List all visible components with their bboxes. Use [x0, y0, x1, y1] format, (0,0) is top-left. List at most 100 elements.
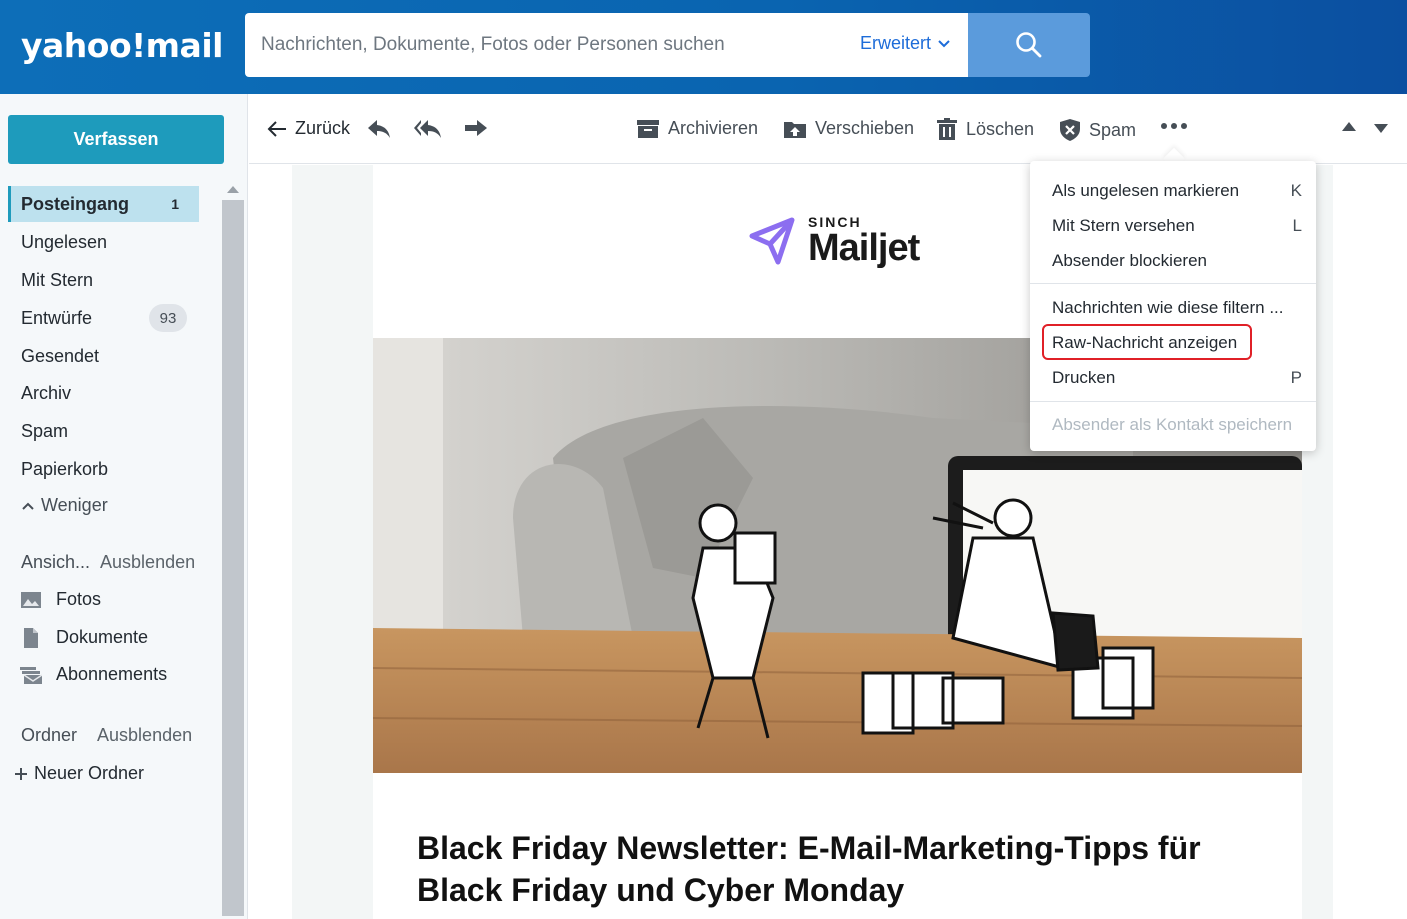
arrow-left-icon: [267, 120, 286, 137]
menu-view-raw-message[interactable]: Raw-Nachricht anzeigen: [1052, 333, 1302, 353]
sidebar-scrollbar[interactable]: [222, 186, 244, 919]
search-button[interactable]: [968, 13, 1090, 77]
folder-label: Posteingang: [21, 193, 130, 214]
search-icon: [1016, 32, 1042, 58]
chevron-down-icon: [938, 39, 950, 47]
drafts-count-badge: 93: [149, 304, 187, 332]
archive-button[interactable]: Archivieren: [636, 118, 758, 139]
menu-item-label: Absender als Kontakt speichern: [1052, 415, 1293, 434]
folder-label: Ungelesen: [21, 231, 108, 252]
views-hide-link[interactable]: Ausblenden: [100, 552, 195, 573]
folder-trash[interactable]: Papierkorb: [8, 451, 199, 487]
folder-label: Entwürfe: [21, 307, 93, 328]
reply-all-icon: [414, 120, 441, 138]
view-documents[interactable]: Dokumente: [20, 627, 148, 648]
folder-label: Mit Stern: [21, 269, 94, 290]
plus-icon: [15, 767, 27, 780]
folders-hide-link[interactable]: Ausblenden: [97, 725, 192, 746]
forward-button[interactable]: [463, 118, 489, 140]
view-label: Fotos: [56, 589, 102, 609]
folder-label: Spam: [21, 420, 69, 441]
folder-inbox[interactable]: Posteingang 1: [8, 186, 199, 222]
chevron-up-icon: [22, 502, 34, 510]
spam-button[interactable]: Spam: [1059, 118, 1136, 142]
folder-label: Papierkorb: [21, 458, 109, 479]
menu-mark-unread[interactable]: Als ungelesen markieren K: [1052, 181, 1302, 201]
app-header: yahoo!mail Erweitert: [0, 0, 1407, 94]
move-label: Verschieben: [815, 118, 915, 138]
folder-drafts[interactable]: Entwürfe 93: [8, 300, 199, 336]
search-input[interactable]: [261, 27, 841, 63]
menu-block-sender[interactable]: Absender blockieren: [1052, 251, 1302, 271]
views-section-header: Ansich... Ausblenden: [21, 552, 195, 573]
scroll-thumb[interactable]: [222, 200, 244, 916]
view-subscriptions[interactable]: Abonnements: [20, 664, 167, 685]
advanced-label: Erweitert: [860, 33, 932, 53]
menu-item-label: Drucken: [1052, 368, 1116, 387]
folder-label: Gesendet: [21, 345, 100, 366]
folder-unread[interactable]: Ungelesen: [8, 224, 199, 260]
new-folder-button[interactable]: Neuer Ordner: [14, 763, 144, 784]
reply-icon: [368, 120, 390, 138]
menu-divider: [1030, 283, 1316, 284]
menu-star[interactable]: Mit Stern versehen L: [1052, 216, 1302, 236]
more-dots-icon: [1161, 123, 1187, 129]
move-button[interactable]: Verschieben: [783, 118, 914, 139]
compose-button[interactable]: Verfassen: [8, 115, 224, 164]
menu-item-label: Nachrichten wie diese filtern ...: [1052, 298, 1284, 317]
folder-starred[interactable]: Mit Stern: [8, 262, 199, 298]
folder-label: Archiv: [21, 382, 72, 403]
folder-sent[interactable]: Gesendet: [8, 338, 199, 374]
trash-icon: [937, 118, 957, 140]
menu-save-contact: Absender als Kontakt speichern: [1052, 415, 1302, 435]
more-actions-button[interactable]: [1160, 116, 1188, 136]
menu-item-label: Als ungelesen markieren: [1052, 181, 1240, 200]
shield-x-icon: [1060, 119, 1080, 141]
view-label: Abonnements: [56, 664, 168, 684]
photo-icon: [21, 591, 41, 608]
archive-icon: [637, 119, 659, 138]
view-label: Dokumente: [56, 627, 149, 647]
back-button[interactable]: Zurück: [267, 118, 350, 139]
move-folder-icon: [784, 121, 806, 138]
shortcut-key: P: [1290, 368, 1302, 387]
next-message-button[interactable]: [1374, 124, 1388, 133]
menu-item-label: Mit Stern versehen: [1052, 216, 1195, 235]
subscriptions-icon: [20, 666, 42, 684]
reply-button[interactable]: [366, 118, 392, 140]
new-folder-label: Neuer Ordner: [34, 763, 145, 783]
menu-print[interactable]: Drucken P: [1052, 368, 1302, 388]
brand-name: Mailjet: [808, 227, 920, 269]
unread-count: 1: [171, 196, 179, 212]
paper-plane-icon: [749, 217, 795, 265]
folder-archive[interactable]: Archiv: [8, 375, 199, 411]
advanced-search-button[interactable]: Erweitert: [860, 33, 951, 54]
menu-filter-similar[interactable]: Nachrichten wie diese filtern ...: [1052, 298, 1302, 318]
folders-title: Ordner: [21, 725, 78, 745]
reply-all-button[interactable]: [413, 118, 443, 140]
folder-spam[interactable]: Spam: [8, 413, 199, 449]
previous-message-button[interactable]: [1342, 122, 1356, 131]
archive-label: Archivieren: [668, 118, 759, 138]
scroll-up-arrow[interactable]: [227, 186, 239, 193]
forward-icon: [465, 120, 487, 136]
more-actions-menu: Als ungelesen markieren K Mit Stern vers…: [1030, 161, 1316, 451]
views-title: Ansich...: [21, 552, 91, 572]
shortcut-key: K: [1290, 181, 1302, 200]
mailjet-logo[interactable]: SINCH Mailjet: [748, 215, 920, 269]
folders-section-header: Ordner Ausblenden: [21, 725, 192, 746]
spam-label: Spam: [1089, 119, 1137, 140]
search-box: Erweitert: [245, 13, 968, 77]
message-toolbar: Zurück Archivieren Verschieben Löschen S…: [249, 94, 1407, 164]
back-label: Zurück: [295, 118, 351, 138]
delete-button[interactable]: Löschen: [936, 118, 1034, 140]
yahoo-mail-logo[interactable]: yahoo!mail: [21, 26, 223, 65]
document-icon: [24, 627, 38, 648]
show-less-toggle[interactable]: Weniger: [21, 495, 108, 516]
delete-label: Löschen: [966, 118, 1035, 139]
menu-divider: [1030, 401, 1316, 402]
view-photos[interactable]: Fotos: [20, 589, 101, 610]
less-label: Weniger: [41, 495, 108, 515]
menu-item-label: Raw-Nachricht anzeigen: [1052, 333, 1238, 352]
shortcut-key: L: [1292, 216, 1302, 235]
